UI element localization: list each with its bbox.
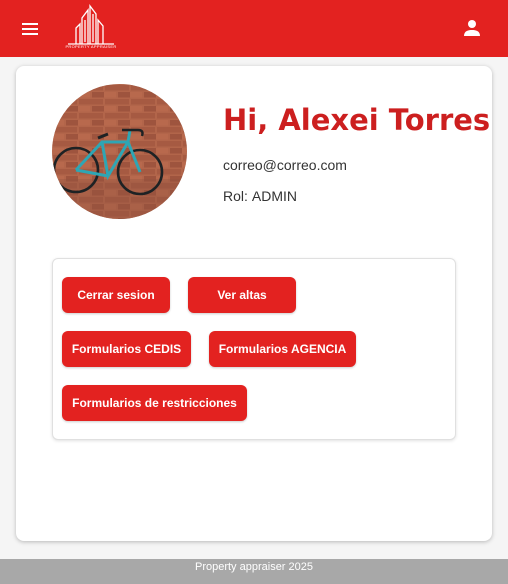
role-label: Rol: (223, 188, 248, 204)
greeting-heading: Hi, Alexei Torres (223, 103, 491, 137)
footer: Property appraiser 2025 (0, 559, 508, 584)
logout-button[interactable]: Cerrar sesion (62, 277, 170, 313)
agency-forms-button[interactable]: Formularios AGENCIA (209, 331, 356, 367)
property-appraiser-logo[interactable]: PROPERTY APPRAISER (62, 4, 120, 52)
cedis-forms-button[interactable]: Formularios CEDIS (62, 331, 191, 367)
logo-text: PROPERTY APPRAISER (65, 44, 117, 49)
footer-text: Property appraiser 2025 (194, 561, 313, 573)
view-registrations-button[interactable]: Ver altas (188, 277, 296, 313)
building-logo-icon (68, 4, 114, 45)
person-icon[interactable] (460, 16, 484, 40)
top-app-bar: PROPERTY APPRAISER (0, 0, 508, 57)
bicycle-on-brick-wall-image (52, 84, 187, 219)
role-value: ADMIN (251, 188, 298, 204)
avatar (52, 84, 187, 219)
user-email: correo@correo.com (223, 157, 347, 173)
actions-panel: Cerrar sesion Ver altas Formularios CEDI… (52, 258, 456, 440)
user-role: Rol: ADMIN (223, 188, 297, 204)
restriction-forms-button[interactable]: Formularios de restricciones (62, 385, 247, 421)
menu-icon[interactable] (18, 17, 42, 41)
